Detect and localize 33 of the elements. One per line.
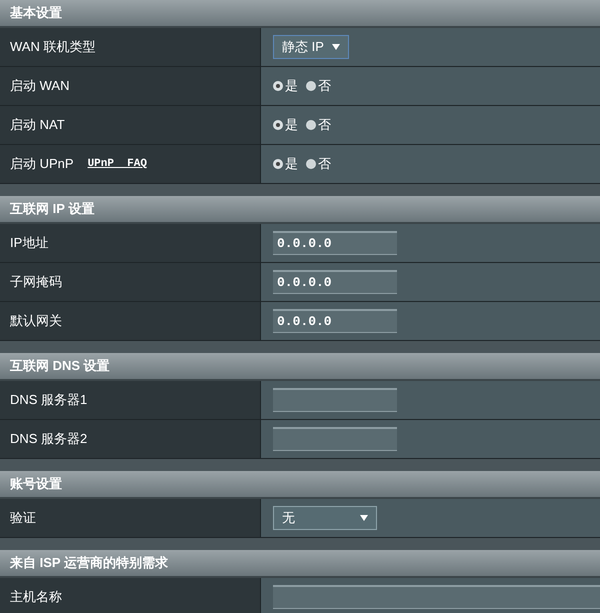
field-label: IP地址 [10,234,48,252]
section-header: 账号设置 [0,471,600,499]
field-label: DNS 服务器2 [10,430,88,448]
field-label: DNS 服务器1 [10,391,88,409]
section-header: 互联网 IP 设置 [0,196,600,224]
input-field[interactable]: 0.0.0.0 [273,309,397,333]
field-label: WAN 联机类型 [10,38,96,56]
field-label: 子网掩码 [10,273,62,291]
radio-option[interactable]: 是 [273,155,298,173]
field-label: 启动 WAN [10,77,70,95]
dropdown[interactable]: 无 [273,506,377,530]
field-label: 默认网关 [10,312,62,330]
section-header: 来自 ISP 运营商的特别需求 [0,550,600,578]
caret-icon [332,44,340,50]
radio-option[interactable]: 否 [306,77,331,95]
radio-option[interactable]: 是 [273,116,298,134]
section-header: 互联网 DNS 设置 [0,353,600,381]
radio-option[interactable]: 是 [273,77,298,95]
input-field[interactable]: 0.0.0.0 [273,231,397,255]
dropdown[interactable]: 静态 IP [273,35,349,59]
radio-option[interactable]: 否 [306,155,331,173]
field-label: 启动 NAT [10,116,65,134]
radio-option[interactable]: 否 [306,116,331,134]
input-field[interactable] [273,427,397,451]
field-label: 验证 [10,509,36,527]
faq-link[interactable]: UPnP FAQ [88,158,147,170]
field-label: 启动 UPnP [10,155,74,173]
caret-icon [360,515,368,521]
field-label: 主机名称 [10,588,62,606]
section-header: 基本设置 [0,0,600,28]
input-field[interactable]: 0.0.0.0 [273,270,397,294]
input-field[interactable] [273,585,600,609]
input-field[interactable] [273,388,397,412]
